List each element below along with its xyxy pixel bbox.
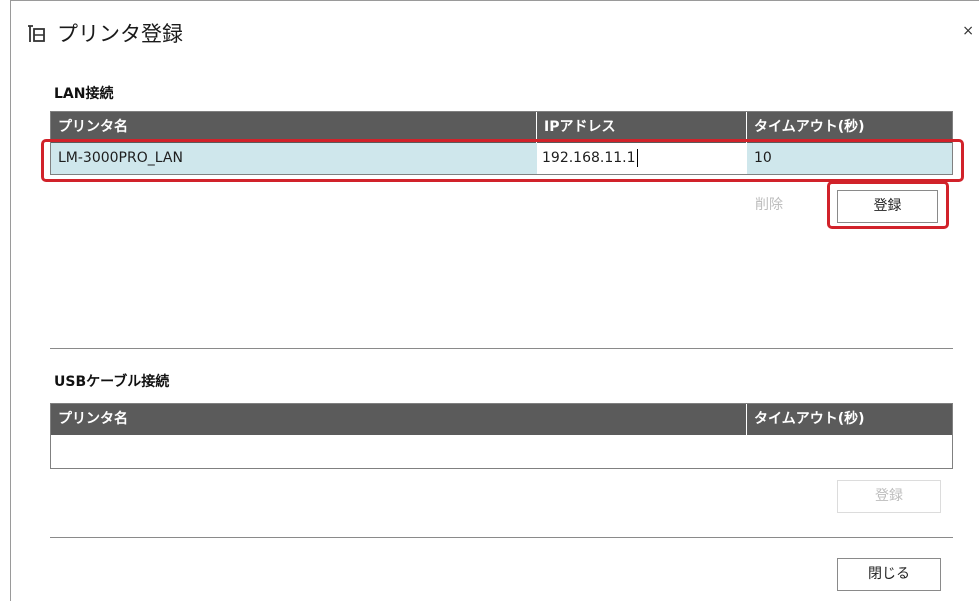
printer-register-icon	[25, 23, 47, 45]
column-header-timeout[interactable]: タイムアウト(秒)	[747, 404, 952, 435]
close-dialog-button[interactable]: 閉じる	[837, 558, 941, 591]
delete-button[interactable]: 削除	[719, 190, 819, 223]
usb-printer-table: プリンタ名 タイムアウト(秒)	[50, 403, 953, 469]
printer-registration-dialog: プリンタ登録 × LAN接続 プリンタ名 IPアドレス タイムアウト(秒) LM…	[10, 0, 979, 601]
section-divider	[50, 348, 953, 349]
lan-section-label: LAN接続	[54, 86, 114, 102]
row-highlight-box	[41, 139, 964, 182]
close-icon[interactable]: ×	[962, 21, 974, 41]
empty-table-row	[51, 435, 952, 468]
usb-section-label: USBケーブル接続	[54, 374, 170, 390]
usb-register-button[interactable]: 登録	[837, 480, 941, 513]
column-header-printer-name[interactable]: プリンタ名	[51, 404, 747, 435]
register-button-highlight	[827, 181, 949, 229]
title-bar: プリンタ登録 ×	[11, 1, 979, 65]
footer-divider	[50, 537, 953, 538]
dialog-title: プリンタ登録	[57, 22, 183, 46]
usb-table-header: プリンタ名 タイムアウト(秒)	[51, 404, 952, 435]
